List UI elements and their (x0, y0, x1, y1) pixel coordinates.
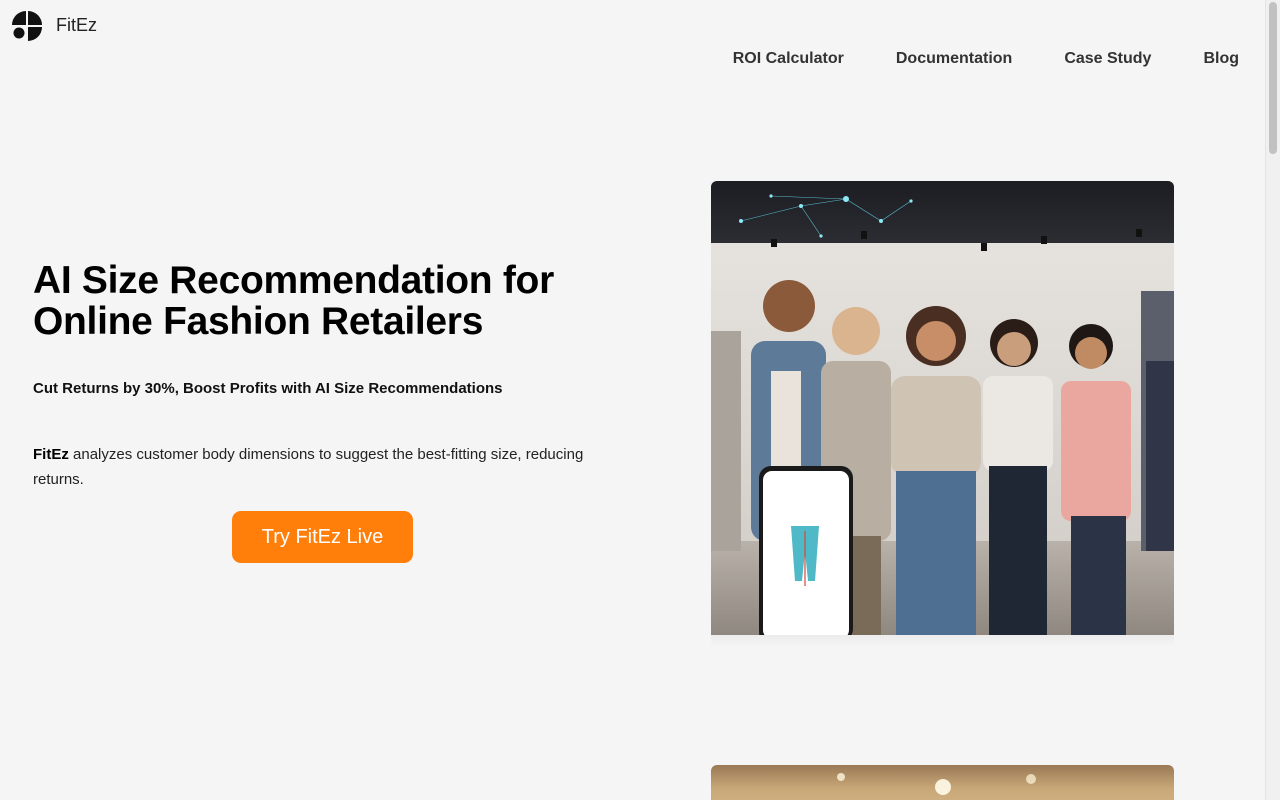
scrollbar-thumb[interactable] (1269, 2, 1277, 154)
try-fitez-live-button[interactable]: Try FitEz Live (232, 511, 413, 563)
main-nav: ROI Calculator Documentation Case Study … (733, 50, 1239, 68)
hero-description: FitEz analyzes customer body dimensions … (33, 442, 633, 492)
nav-roi-calculator[interactable]: ROI Calculator (733, 50, 844, 68)
page-scrollbar[interactable] (1265, 0, 1280, 800)
nav-blog[interactable]: Blog (1203, 50, 1239, 68)
store-interior-photo (711, 765, 1174, 800)
nav-case-study[interactable]: Case Study (1064, 50, 1151, 68)
hero-image (711, 181, 1174, 635)
hero-image-shadow (711, 635, 1174, 647)
brand[interactable]: FitEz (10, 9, 97, 41)
page: FitEz ROI Calculator Documentation Case … (0, 0, 1280, 800)
brand-name: FitEz (56, 14, 98, 35)
fitez-logo-icon (12, 11, 42, 41)
store-interior-lights (837, 773, 1036, 795)
group-of-shoppers-with-phone-photo (711, 181, 1174, 635)
hero-title: AI Size Recommendation for Online Fashio… (33, 259, 554, 343)
hero-subtitle: Cut Returns by 30%, Boost Profits with A… (33, 380, 503, 397)
nav-documentation[interactable]: Documentation (896, 50, 1012, 68)
hero-description-brand: FitEz (33, 446, 69, 463)
hero-description-text: analyzes customer body dimensions to sug… (33, 446, 584, 488)
